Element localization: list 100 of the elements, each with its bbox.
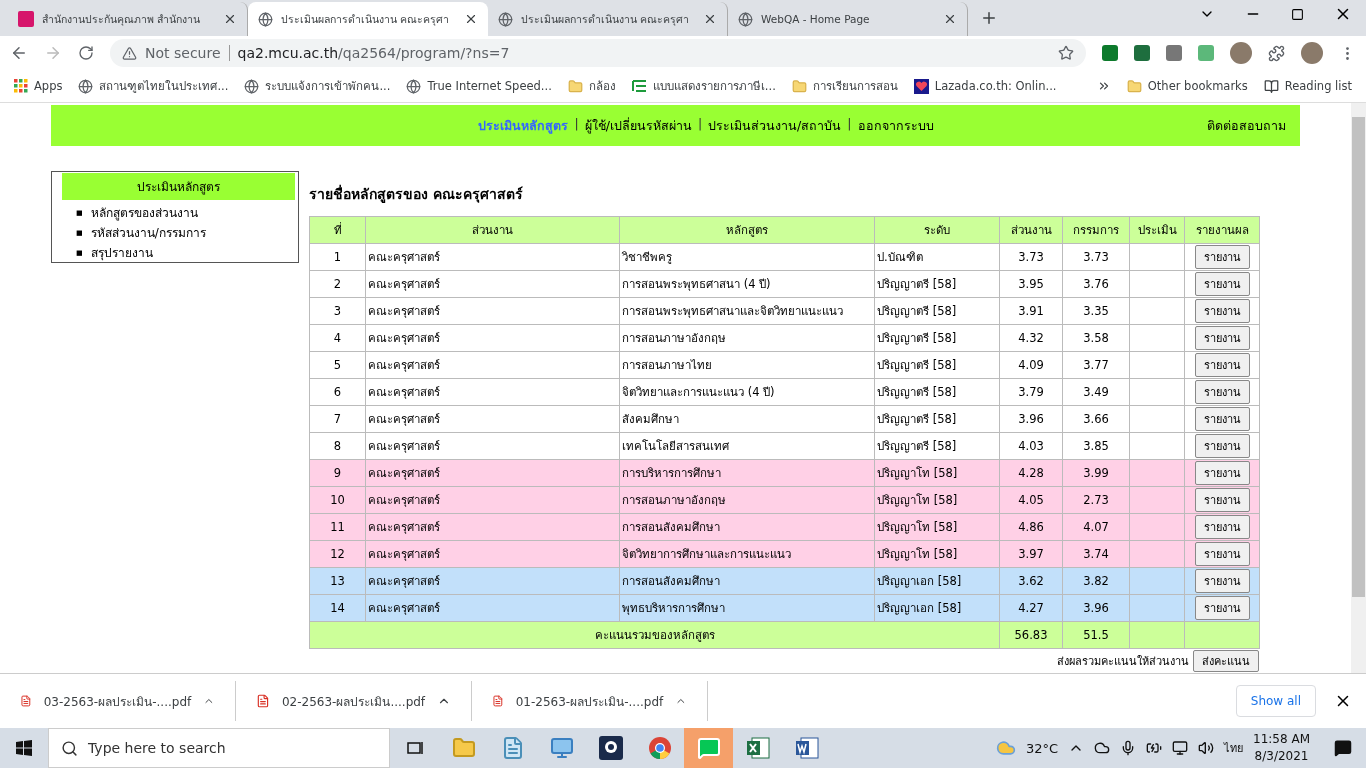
table-cell: พุทธบริหารการศึกษา <box>619 594 875 622</box>
reading-list-icon <box>1263 78 1279 94</box>
document-icon[interactable] <box>794 736 819 760</box>
notifications-icon[interactable] <box>1334 739 1352 757</box>
report-button[interactable]: รายงาน <box>1194 326 1250 350</box>
contact-link[interactable]: ติดต่อสอบถาม <box>1207 115 1286 136</box>
report-button[interactable]: รายงาน <box>1194 380 1250 404</box>
table-cell: เทคโนโลยีสารสนเทศ <box>619 432 875 460</box>
globe-icon <box>244 78 260 94</box>
bookmark-item[interactable]: Other bookmarks <box>1126 78 1248 94</box>
report-button[interactable]: รายงาน <box>1194 353 1250 377</box>
table-cell: คณะครุศาสตร์ <box>365 459 620 487</box>
network-icon[interactable] <box>1172 740 1189 756</box>
bookmark-item[interactable]: Apps <box>14 79 63 93</box>
restore-icon[interactable] <box>1291 7 1304 21</box>
bookmark-item[interactable]: การเรียนการสอน <box>791 77 898 95</box>
new-tab-icon[interactable] <box>980 9 998 27</box>
submit-button[interactable]: ส่งคะแนน <box>1193 650 1259 672</box>
table-cell: การสอนพระพุทธศาสนาและจิตวิทยาแนะแนว <box>619 297 875 325</box>
download-item[interactable]: 03-2563-ผลประเมิน-....pdf <box>0 681 236 721</box>
logo-icon <box>18 11 34 27</box>
nav-link[interactable]: ออกจากระบบ <box>857 115 934 136</box>
chrome-icon[interactable] <box>647 736 672 760</box>
table-cell: ป.บัณฑิต <box>874 243 1000 271</box>
bookmark-item[interactable]: ระบบแจ้งการเข้าพักคน... <box>244 77 391 95</box>
sidebar-title: ประเมินหลักสูตร <box>62 173 295 200</box>
nav-link[interactable]: ประเมินส่วนงาน/สถาบัน <box>708 115 842 136</box>
close-icon[interactable] <box>464 12 478 26</box>
table-cell: ปริญญาตรี [58] <box>874 297 1000 325</box>
temperature[interactable]: 32°C <box>1025 740 1059 756</box>
report-button[interactable]: รายงาน <box>1194 407 1250 431</box>
bookmark-item[interactable]: Lazada.co.th: Onlin... <box>913 78 1057 94</box>
extensions-icon[interactable] <box>1268 44 1285 62</box>
language-indicator[interactable]: ไทย <box>1224 739 1244 757</box>
separator: | <box>697 115 703 133</box>
report-button[interactable]: รายงาน <box>1194 299 1250 323</box>
report-button[interactable]: รายงาน <box>1194 461 1250 485</box>
task-view-icon[interactable] <box>405 740 424 756</box>
sidebar-link[interactable]: สรุปรายงาน <box>90 243 153 263</box>
report-button[interactable]: รายงาน <box>1194 596 1250 620</box>
report-button[interactable]: รายงาน <box>1194 542 1250 566</box>
column-header: หลักสูตร <box>619 216 875 244</box>
bookmark-item[interactable]: กล้อง <box>567 77 616 95</box>
table-cell: 4 <box>309 324 366 352</box>
report-button[interactable]: รายงาน <box>1194 569 1250 593</box>
nav-link[interactable]: ผู้ใช้/เปลี่ยนรหัสผ่าน <box>584 115 692 136</box>
battery-icon[interactable] <box>1146 740 1163 756</box>
table-cell: คณะครุศาสตร์ <box>365 513 620 541</box>
back-icon[interactable] <box>10 44 28 62</box>
computer-icon[interactable] <box>549 736 574 760</box>
report-button[interactable]: รายงาน <box>1194 515 1250 539</box>
table-cell: คณะครุศาสตร์ <box>365 297 620 325</box>
cloud-icon[interactable] <box>1094 740 1111 756</box>
table-cell: ปริญญาตรี [58] <box>874 432 1000 460</box>
webcam-icon[interactable] <box>598 736 623 760</box>
table-cell: การสอนสังคมศึกษา <box>619 567 875 595</box>
globe-icon <box>406 78 422 94</box>
star-icon[interactable] <box>1058 45 1074 61</box>
reading-list-button[interactable]: Reading list <box>1263 78 1352 94</box>
apps-icon <box>14 79 28 93</box>
sidebar-link[interactable]: หลักสูตรของส่วนงาน <box>90 203 198 223</box>
scrollbar[interactable] <box>1351 103 1366 673</box>
profile-avatar[interactable] <box>1230 42 1252 64</box>
list-icon <box>631 80 647 92</box>
taskbar-search-field[interactable]: Type here to search <box>48 728 390 768</box>
download-item[interactable]: 02-2563-ผลประเมิน....pdf <box>236 681 472 721</box>
report-button[interactable]: รายงาน <box>1194 272 1250 296</box>
windows-icon[interactable] <box>16 740 32 756</box>
table-cell: 7 <box>309 405 366 433</box>
bookmark-item[interactable]: True Internet Speed... <box>406 78 552 94</box>
clock[interactable]: 11:58 AM 8/3/2021 <box>1253 731 1310 765</box>
bookmark-item[interactable]: แบบแสดงรายการภาษีเ... <box>631 77 776 95</box>
address-bar[interactable]: Not secure qa2.mcu.ac.th/qa2564/program/?ns=7 <box>110 39 1086 67</box>
browser-tab[interactable]: ประเมินผลการดำเนินงาน คณะครุศา <box>248 2 488 36</box>
security-label: Not secure <box>145 45 230 61</box>
reload-icon[interactable] <box>78 45 94 61</box>
report-button[interactable]: รายงาน <box>1194 245 1250 269</box>
page-heading: รายชื่อหลักสูตรของ คณะครุศาสตร์ <box>309 184 524 204</box>
table-cell: จิตวิทยาการศึกษาและการแนะแนว <box>619 540 875 568</box>
download-item[interactable]: 01-2563-ผลประเมิน-....pdf <box>472 681 708 721</box>
report-button[interactable]: รายงาน <box>1194 434 1250 458</box>
volume-icon[interactable] <box>1198 740 1215 756</box>
table-cell: 3.96 <box>1062 594 1130 622</box>
total-label: คะแนนรวมของหลักสูตร <box>309 621 1000 649</box>
sidebar-link[interactable]: รหัสส่วนงาน/กรรมการ <box>90 223 206 243</box>
nav-link[interactable]: ประเมินหลักสูตร <box>478 115 569 136</box>
globe-icon <box>738 11 753 27</box>
table-cell: คณะครุศาสตร์ <box>365 405 620 433</box>
account-avatar[interactable] <box>1301 42 1323 64</box>
close-icon[interactable] <box>223 12 237 26</box>
pdf-icon <box>256 693 270 709</box>
report-button[interactable]: รายงาน <box>1194 488 1250 512</box>
heart-icon <box>913 78 929 94</box>
table-cell: 2 <box>309 270 366 298</box>
spreadsheet-icon[interactable] <box>745 736 770 760</box>
show-all-button[interactable]: Show all <box>1235 685 1316 717</box>
close-icon[interactable] <box>703 12 717 26</box>
bookmark-item[interactable]: สถานฑูตไทยในประเทศ... <box>78 77 229 95</box>
close-icon[interactable] <box>943 12 957 26</box>
table-cell: คณะครุศาสตร์ <box>365 486 620 514</box>
